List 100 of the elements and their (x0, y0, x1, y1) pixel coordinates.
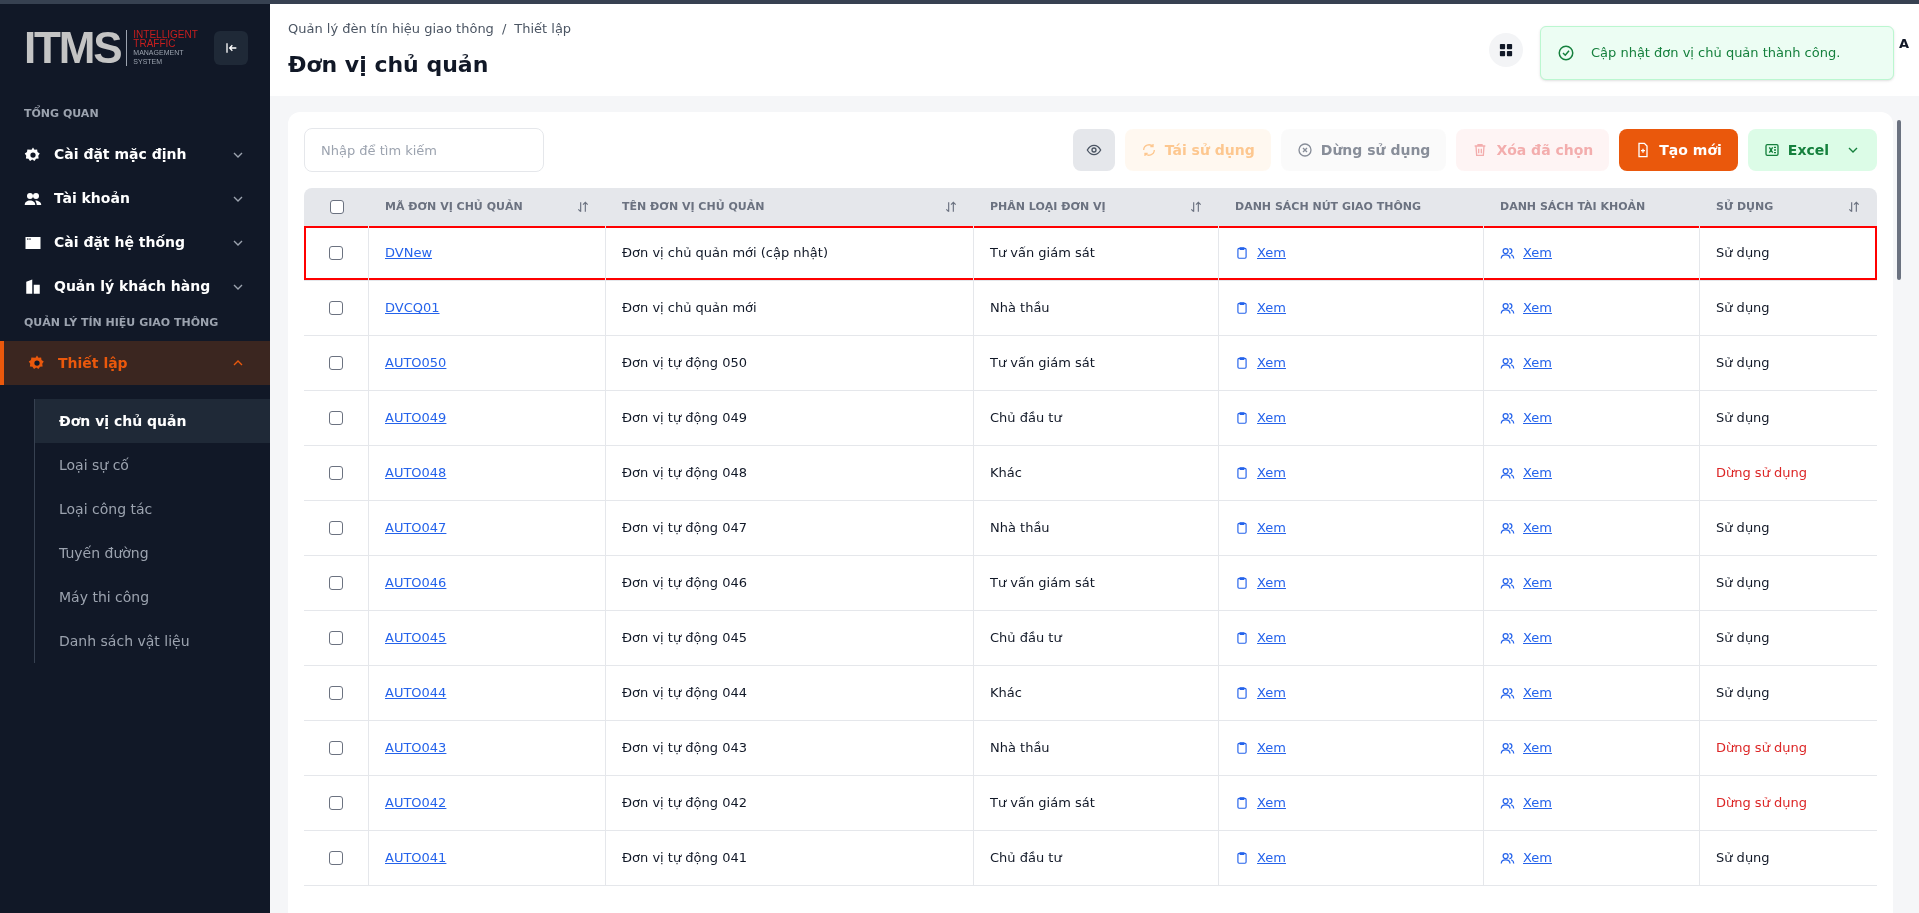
row-checkbox[interactable] (329, 301, 343, 315)
row-checkbox[interactable] (329, 246, 343, 260)
breadcrumb-link[interactable]: Thiết lập (514, 18, 572, 39)
code-link[interactable]: AUTO047 (385, 518, 447, 538)
view-link[interactable]: Xem (1257, 573, 1286, 593)
sort-icon[interactable] (1847, 200, 1861, 214)
table-cell-text: Tư vấn giám sát (990, 574, 1095, 593)
sidebar-item[interactable]: Cài đặt hệ thống (0, 220, 270, 265)
code-link[interactable]: AUTO049 (385, 408, 447, 428)
row-checkbox[interactable] (329, 631, 343, 645)
sidebar-item[interactable]: Cài đặt mặc định (0, 132, 270, 177)
view-link[interactable]: Xem (1257, 463, 1286, 483)
code-link[interactable]: AUTO045 (385, 628, 447, 648)
table-row[interactable]: AUTO041 Đơn vị tự động 041 Chủ đầu tư Xem Xem Sử dụng (304, 831, 1877, 886)
submenu-item[interactable]: Máy thi công (35, 575, 270, 619)
view-link[interactable]: Xem (1523, 408, 1552, 428)
table-row[interactable]: DVNew Đơn vị chủ quản mới (cập nhật) Tư vấn giám sát Xem Xem Sử dụng (304, 226, 1877, 281)
sort-icon[interactable] (944, 200, 958, 214)
sort-icon[interactable] (576, 200, 590, 214)
submenu-item[interactable]: Loại sự cố (35, 443, 270, 487)
view-link[interactable]: Xem (1257, 518, 1286, 538)
clipboard-icon (1235, 356, 1249, 370)
breadcrumb-link[interactable]: Quản lý đèn tín hiệu giao thông (288, 18, 494, 39)
row-checkbox[interactable] (329, 796, 343, 810)
view-link[interactable]: Xem (1257, 683, 1286, 703)
view-link[interactable]: Xem (1523, 243, 1552, 263)
code-link[interactable]: AUTO044 (385, 683, 447, 703)
row-checkbox[interactable] (329, 576, 343, 590)
create-button[interactable]: Tạo mới (1619, 129, 1738, 171)
row-checkbox[interactable] (329, 466, 343, 480)
view-link[interactable]: Xem (1523, 848, 1552, 868)
view-link[interactable]: Xem (1257, 793, 1286, 813)
table-cell-text: Chủ đầu tư (990, 629, 1062, 648)
view-link[interactable]: Xem (1523, 683, 1552, 703)
table-row[interactable]: AUTO042 Đơn vị tự động 042 Tư vấn giám sát Xem Xem Dừng sử dụng (304, 776, 1877, 831)
table-row[interactable]: AUTO046 Đơn vị tự động 046 Tư vấn giám sát Xem Xem Sử dụng (304, 556, 1877, 611)
apps-button[interactable] (1489, 33, 1523, 67)
clipboard-icon (1235, 741, 1249, 755)
view-button[interactable] (1072, 129, 1115, 171)
sort-icon[interactable] (1189, 200, 1203, 214)
excel-button[interactable]: Excel (1747, 129, 1877, 171)
view-link[interactable]: Xem (1523, 518, 1552, 538)
table-cell-text: Chủ đầu tư (990, 849, 1062, 868)
code-link[interactable]: AUTO048 (385, 463, 447, 483)
view-link[interactable]: Xem (1523, 353, 1552, 373)
submenu-item[interactable]: Loại công tác (35, 487, 270, 531)
scrollbar[interactable] (1897, 120, 1901, 280)
status-text: Sử dụng (1716, 629, 1770, 648)
view-link[interactable]: Xem (1523, 573, 1552, 593)
table-cell-text: Nhà thầu (990, 299, 1050, 318)
table-row[interactable]: AUTO049 Đơn vị tự động 049 Chủ đầu tư Xem Xem Sử dụng (304, 391, 1877, 446)
code-link[interactable]: DVCQ01 (385, 298, 440, 318)
sidebar-item[interactable]: Tài khoản (0, 176, 270, 221)
view-link[interactable]: Xem (1257, 243, 1286, 263)
sidebar-item[interactable]: Thiết lập (0, 341, 270, 385)
code-link[interactable]: AUTO043 (385, 738, 447, 758)
table-row[interactable]: AUTO044 Đơn vị tự động 044 Khác Xem Xem Sử dụng (304, 666, 1877, 721)
row-checkbox[interactable] (329, 851, 343, 865)
view-link[interactable]: Xem (1257, 738, 1286, 758)
table-row[interactable]: DVCQ01 Đơn vị chủ quản mới Nhà thầu Xem Xem Sử dụng (304, 281, 1877, 336)
row-checkbox[interactable] (329, 411, 343, 425)
status-text: Dừng sử dụng (1716, 739, 1807, 758)
submenu-item[interactable]: Tuyến đường (35, 531, 270, 575)
view-link[interactable]: Xem (1257, 628, 1286, 648)
collapse-icon (223, 40, 239, 56)
view-link[interactable]: Xem (1523, 463, 1552, 483)
code-link[interactable]: DVNew (385, 243, 433, 263)
submenu-item[interactable]: Đơn vị chủ quản (35, 399, 270, 443)
submenu-item[interactable]: Danh sách vật liệu (35, 619, 270, 663)
code-link[interactable]: AUTO041 (385, 848, 447, 868)
view-link[interactable]: Xem (1257, 298, 1286, 318)
row-checkbox[interactable] (329, 356, 343, 370)
view-link[interactable]: Xem (1523, 793, 1552, 813)
table-cell-text: Đơn vị tự động 046 (622, 574, 747, 593)
code-link[interactable]: AUTO042 (385, 793, 447, 813)
view-link[interactable]: Xem (1523, 738, 1552, 758)
table-row[interactable]: AUTO048 Đơn vị tự động 048 Khác Xem Xem Dừng sử dụng (304, 446, 1877, 501)
table-row[interactable]: AUTO050 Đơn vị tự động 050 Tư vấn giám sát Xem Xem Sử dụng (304, 336, 1877, 391)
code-link[interactable]: AUTO046 (385, 573, 447, 593)
table-cell-text: Đơn vị tự động 048 (622, 464, 747, 483)
table-row[interactable]: AUTO043 Đơn vị tự động 043 Nhà thầu Xem Xem Dừng sử dụng (304, 721, 1877, 776)
status-text: Sử dụng (1716, 574, 1770, 593)
row-checkbox[interactable] (329, 521, 343, 535)
table-row[interactable]: AUTO045 Đơn vị tự động 045 Chủ đầu tư Xem Xem Sử dụng (304, 611, 1877, 666)
table-cell-text: Nhà thầu (990, 739, 1050, 758)
search-field[interactable]: Nhập để tìm kiếm (304, 128, 544, 172)
grid-icon (1499, 43, 1513, 57)
view-link[interactable]: Xem (1523, 298, 1552, 318)
view-link[interactable]: Xem (1257, 353, 1286, 373)
view-link[interactable]: Xem (1257, 408, 1286, 428)
sidebar-item[interactable]: Quản lý khách hàng (0, 264, 270, 309)
select-all-checkbox[interactable] (329, 200, 344, 214)
table-row[interactable]: AUTO047 Đơn vị tự động 047 Nhà thầu Xem Xem Sử dụng (304, 501, 1877, 556)
row-checkbox[interactable] (329, 686, 343, 700)
code-link[interactable]: AUTO050 (385, 353, 447, 373)
row-checkbox[interactable] (329, 741, 343, 755)
view-link[interactable]: Xem (1257, 848, 1286, 868)
collapse-button[interactable] (214, 31, 248, 65)
view-link[interactable]: Xem (1523, 628, 1552, 648)
column-header: PHÂN LOẠI ĐƠN VỊ (990, 198, 1106, 215)
